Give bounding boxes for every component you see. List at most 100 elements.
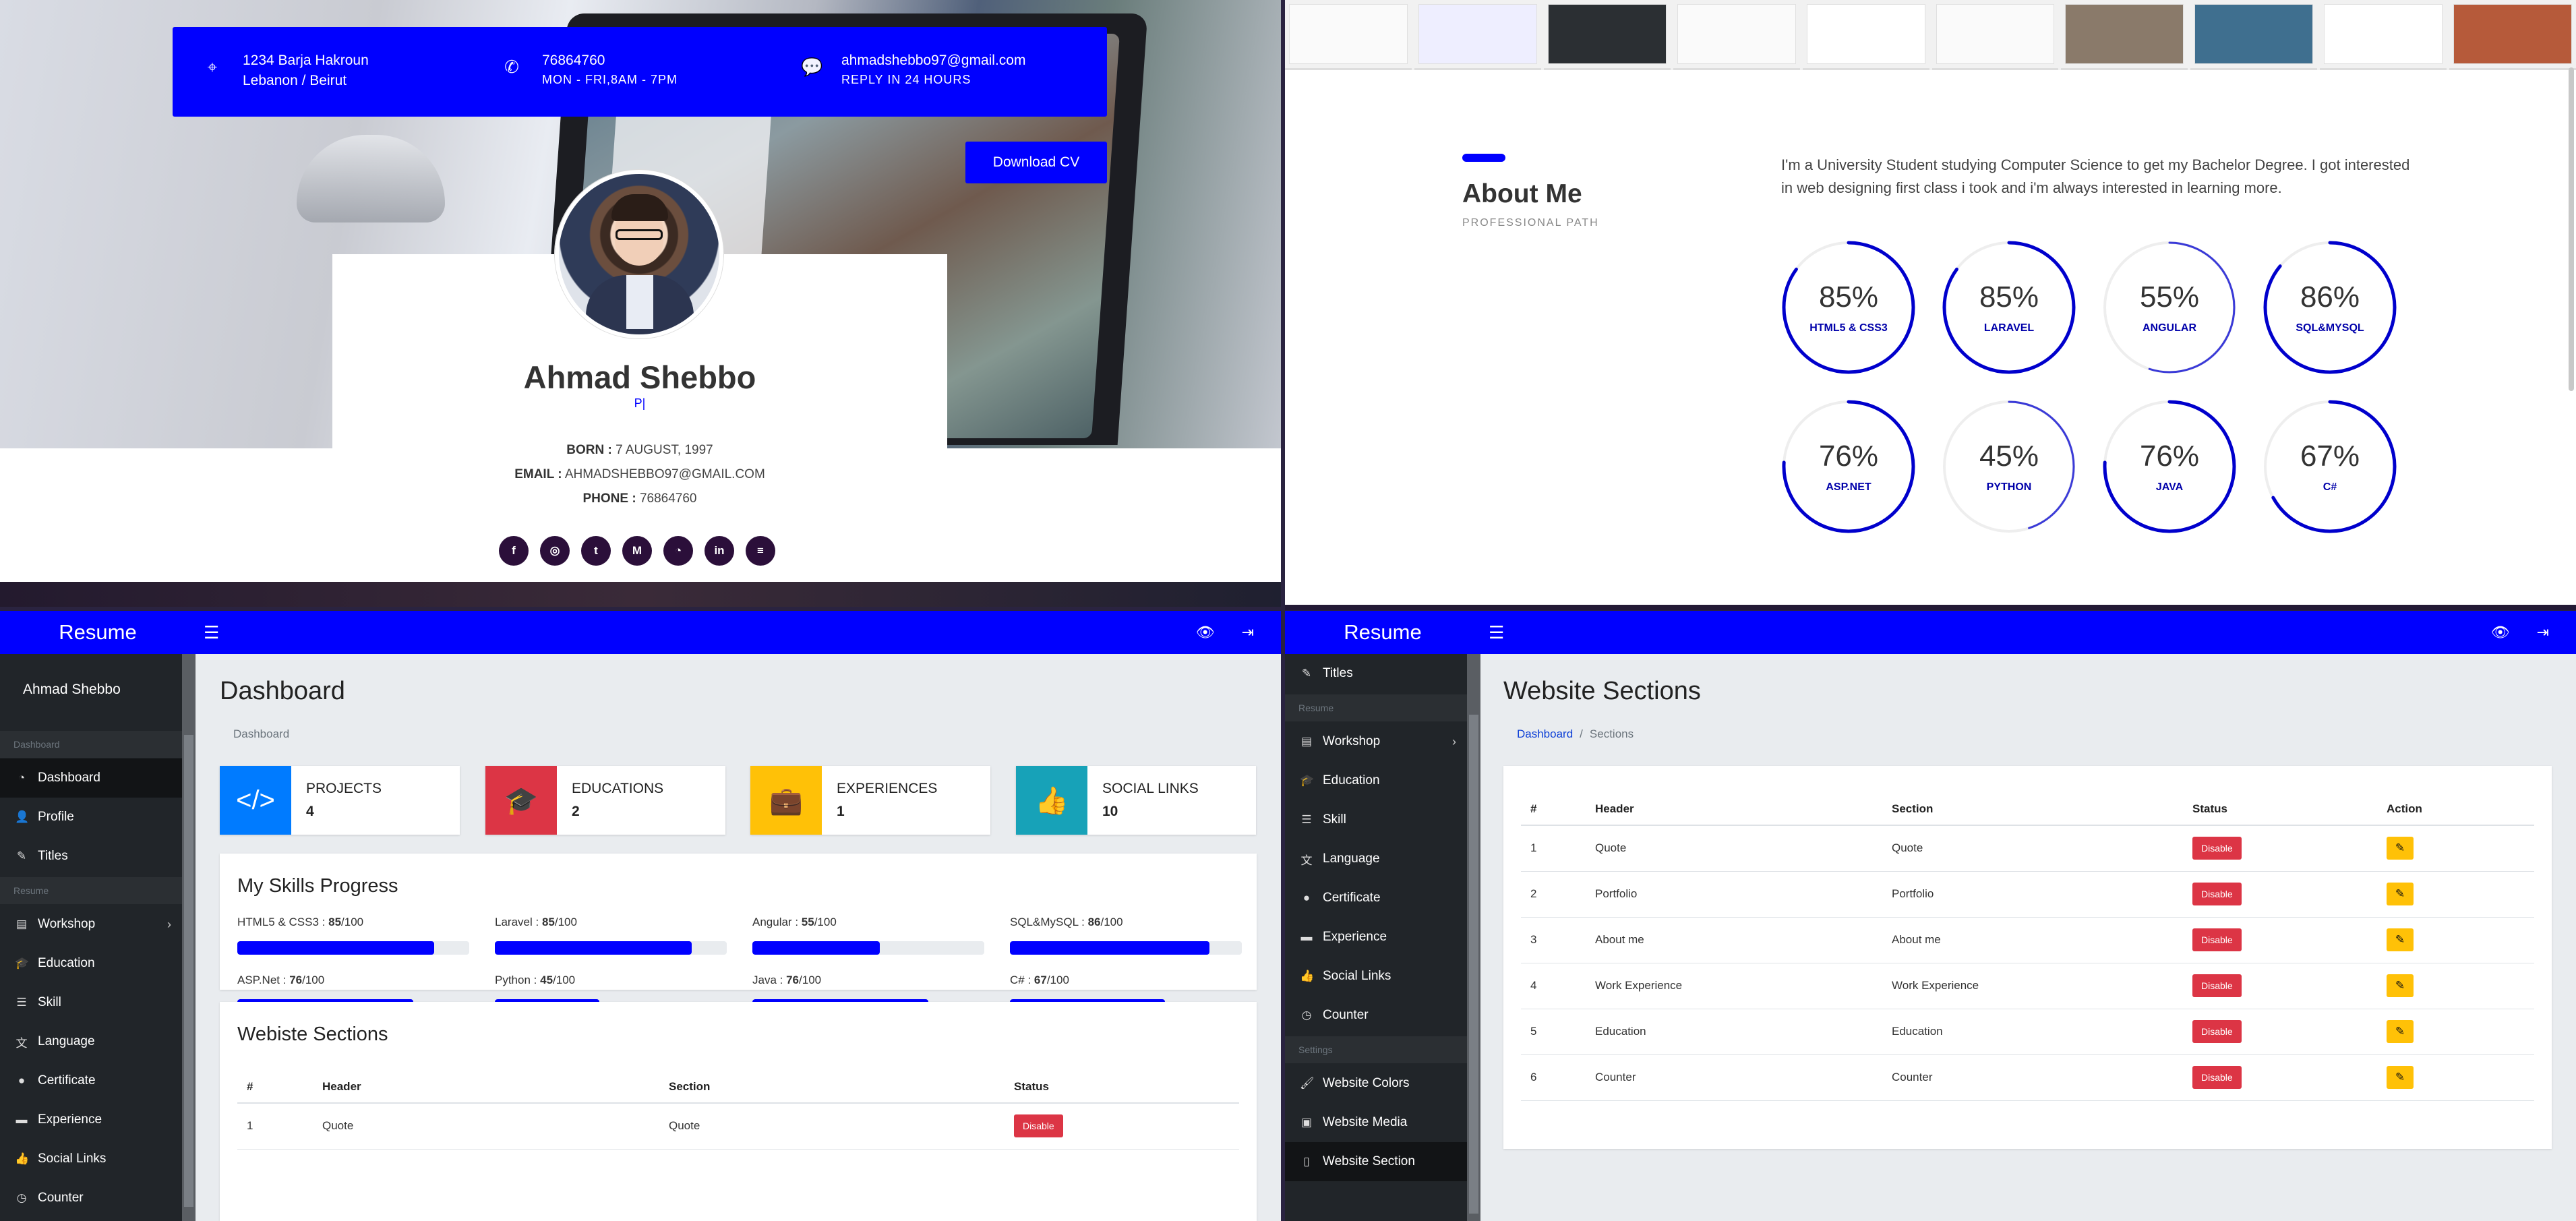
sidebar-item-certificate[interactable]: ● Certificate: [0, 1061, 182, 1100]
portfolio-thumbnail[interactable]: [2190, 0, 2318, 70]
sidebar-item-language[interactable]: 文 Language: [0, 1022, 182, 1061]
sidebar-item-website-colors[interactable]: 🖌 Website Colors: [1285, 1064, 1467, 1103]
disable-button[interactable]: Disable: [2192, 1020, 2242, 1043]
table-header-row: # Header Section Status Action: [1521, 793, 2534, 826]
disable-button[interactable]: Disable: [2192, 1066, 2242, 1089]
sidebar-item-social-links[interactable]: 👍 Social Links: [1285, 957, 1467, 996]
disable-button[interactable]: Disable: [2192, 974, 2242, 997]
logout-icon[interactable]: ⇥: [2537, 624, 2549, 641]
eye-icon[interactable]: 👁: [2491, 624, 2510, 641]
code-icon: </>: [220, 766, 291, 835]
linkedin-icon[interactable]: in: [705, 536, 734, 566]
sidebar-scrollbar[interactable]: [182, 654, 196, 1221]
admin-topbar: Resume ☰ 👁 ⇥: [1285, 611, 2576, 654]
pencil-icon: ✎: [1301, 667, 1312, 680]
edit-icon[interactable]: ✎: [2387, 1066, 2414, 1089]
sidebar-item-social-links[interactable]: 👍 Social Links: [0, 1139, 182, 1179]
sidebar-item-titles[interactable]: ✎ Titles: [0, 837, 182, 876]
logout-icon[interactable]: ⇥: [1242, 624, 1254, 641]
twitter-icon[interactable]: t: [581, 536, 611, 566]
menu-toggle-icon[interactable]: ☰: [204, 622, 219, 643]
stat-card-social-links[interactable]: 👍 SOCIAL LINKS 10: [1016, 766, 1256, 835]
sidebar-item-education[interactable]: 🎓 Education: [0, 944, 182, 983]
email-line: EMAIL : AHMADSHEBBO97@GMAIL.COM: [332, 467, 947, 482]
edit-icon[interactable]: ✎: [2387, 1020, 2414, 1043]
sidebar-item-counter[interactable]: ◷ Counter: [0, 1179, 182, 1218]
stat-value: 1: [837, 804, 845, 819]
eye-icon[interactable]: 👁: [1196, 624, 1215, 641]
disable-button[interactable]: Disable: [2192, 928, 2242, 951]
edit-icon[interactable]: ✎: [2387, 974, 2414, 997]
facebook-icon[interactable]: f: [499, 536, 529, 566]
sidebar-item-experience[interactable]: ▬ Experience: [1285, 918, 1467, 957]
graduation-cap-icon: 🎓: [1300, 774, 1315, 787]
avatar: [555, 170, 723, 338]
table-row: 1 Quote Quote Disable: [237, 1103, 1239, 1150]
progress-fill: [1010, 941, 1209, 955]
next-section-preview: [0, 582, 1281, 610]
sidebar-item-profile[interactable]: 👤 Profile: [0, 798, 182, 837]
sidebar-item-language[interactable]: 文 Language: [1285, 839, 1467, 878]
edit-icon[interactable]: ✎: [2387, 837, 2414, 860]
sidebar-item-skill[interactable]: ☰ Skill: [1285, 800, 1467, 839]
edit-icon[interactable]: ✎: [2387, 928, 2414, 951]
sidebar-item-label: Certificate: [38, 1073, 96, 1088]
sidebar-item-education[interactable]: 🎓 Education: [1285, 761, 1467, 800]
sidebar-item-certificate[interactable]: ● Certificate: [1285, 878, 1467, 918]
disable-button[interactable]: Disable: [2192, 883, 2242, 905]
sidebar-item-experience[interactable]: ▬ Experience: [0, 1100, 182, 1139]
breadcrumb: Dashboard: [220, 717, 1257, 751]
download-cv-button[interactable]: Download CV: [965, 142, 1107, 183]
brand[interactable]: Resume: [0, 620, 196, 645]
breadcrumb-link-dashboard[interactable]: Dashboard: [1517, 727, 1573, 741]
sidebar-item-label: Experience: [38, 1112, 102, 1127]
portfolio-thumbnail[interactable]: [1931, 0, 2059, 70]
portfolio-thumbnail[interactable]: [2320, 0, 2447, 70]
github-icon[interactable]: ◔: [663, 536, 693, 566]
portfolio-thumbnail[interactable]: [2449, 0, 2576, 70]
skill-name: C#: [1010, 974, 1025, 986]
skill-name: SQL&MySQL: [1010, 916, 1079, 928]
sidebar-scrollbar[interactable]: [1467, 654, 1480, 1221]
table-row: 5 Education Education Disable ✎: [1521, 1009, 2534, 1055]
skill-score: 85: [328, 916, 342, 928]
sidebar-heading-resume: Resume: [1285, 694, 1467, 721]
sidebar-item-label: Social Links: [1323, 969, 1391, 983]
skill-label: Java : 76/100: [752, 974, 822, 986]
menu-toggle-icon[interactable]: ☰: [1489, 622, 1504, 643]
stat-card-projects[interactable]: </> PROJECTS 4: [220, 766, 460, 835]
contact-address: ⌖ 1234 Barja Hakroun Lebanon / Beirut: [202, 53, 369, 89]
stackoverflow-icon[interactable]: ≡: [746, 536, 775, 566]
sidebar-item-website-section[interactable]: ▯ Website Section: [1285, 1142, 1467, 1181]
skill-percent: 76%: [1818, 440, 1879, 473]
portfolio-thumbnail[interactable]: [1285, 0, 1412, 70]
disable-button[interactable]: Disable: [1014, 1114, 1063, 1138]
sidebar-item-workshop[interactable]: ▤ Workshop ›: [0, 905, 182, 944]
disable-button[interactable]: Disable: [2192, 837, 2242, 860]
portfolio-thumbnail[interactable]: [2061, 0, 2188, 70]
brand[interactable]: Resume: [1285, 620, 1480, 645]
email-address[interactable]: ahmadshebbo97@gmail.com: [841, 53, 1025, 69]
edit-icon[interactable]: ✎: [2387, 883, 2414, 905]
sidebar-item-titles[interactable]: ✎ Titles: [1285, 654, 1467, 693]
sidebar-item-website-media[interactable]: ▣ Website Media: [1285, 1103, 1467, 1142]
skill-score: 76: [786, 974, 800, 986]
sidebar-item-skill[interactable]: ☰ Skill: [0, 983, 182, 1022]
instagram-icon[interactable]: ◎: [540, 536, 570, 566]
scrollbar[interactable]: [2569, 67, 2574, 391]
stat-card-educations[interactable]: 🎓 EDUCATIONS 2: [485, 766, 725, 835]
admin-sections-panel: Resume ☰ 👁 ⇥ ✎ Titles Resume ▤ Workshop …: [1285, 611, 2576, 1221]
portfolio-thumbnail[interactable]: [1543, 0, 1671, 70]
medium-icon[interactable]: M: [622, 536, 652, 566]
stat-card-experiences[interactable]: 💼 EXPERIENCES 1: [750, 766, 990, 835]
sidebar-item-workshop[interactable]: ▤ Workshop ›: [1285, 722, 1467, 761]
portfolio-thumbnail[interactable]: [1414, 0, 1541, 70]
circle-icon: ●: [1302, 891, 1311, 904]
sidebar-item-dashboard[interactable]: ◔ Dashboard: [0, 758, 182, 798]
sidebar-item-label: Language: [38, 1034, 95, 1048]
portfolio-thumbnail[interactable]: [1802, 0, 1929, 70]
portfolio-thumbnail[interactable]: [1673, 0, 1800, 70]
phone-label: PHONE :: [582, 492, 636, 506]
skill-ring: 86% SQL&MYSQL: [2263, 240, 2397, 375]
sidebar-item-counter[interactable]: ◷ Counter: [1285, 996, 1467, 1035]
